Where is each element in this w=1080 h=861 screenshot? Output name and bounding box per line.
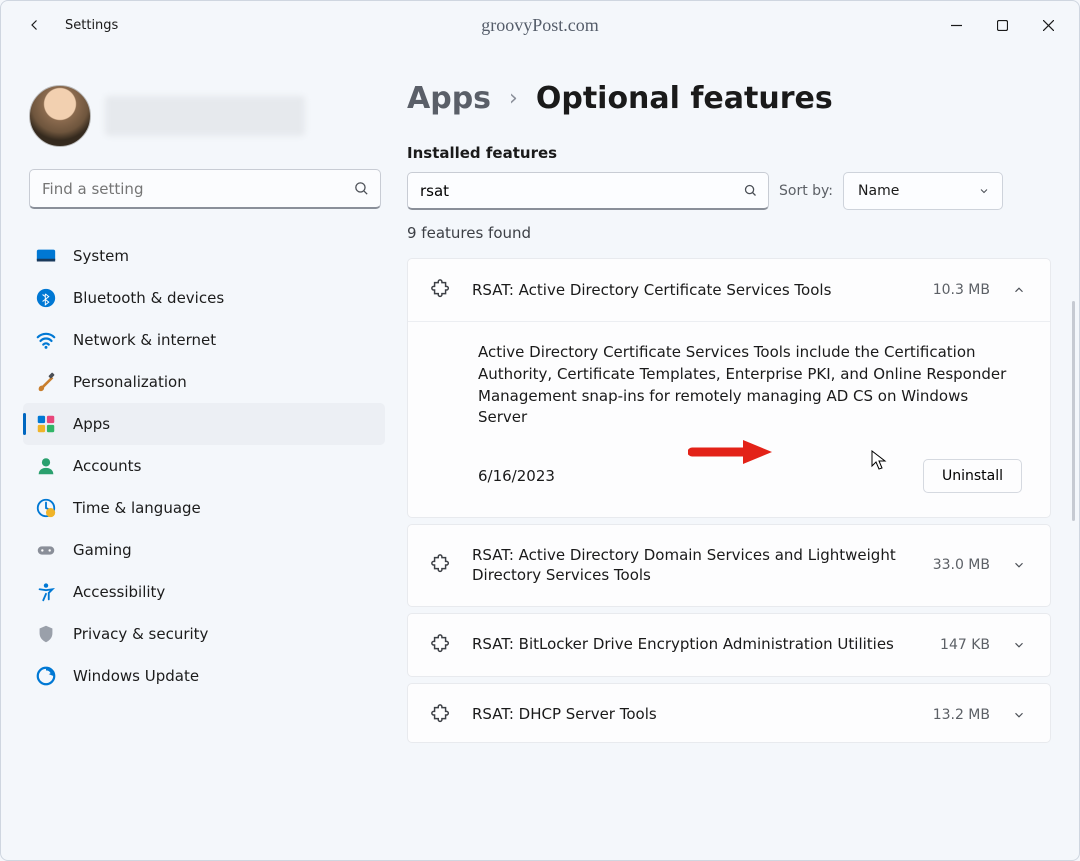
sidebar-item-windows-update[interactable]: Windows Update — [23, 655, 385, 697]
clock-globe-icon — [35, 497, 57, 519]
sidebar-item-accounts[interactable]: Accounts — [23, 445, 385, 487]
sidebar-item-accessibility[interactable]: Accessibility — [23, 571, 385, 613]
feature-size: 33.0 MB — [933, 557, 990, 573]
uninstall-button[interactable]: Uninstall — [923, 459, 1022, 493]
feature-search-container[interactable] — [407, 172, 769, 210]
back-button[interactable] — [17, 7, 53, 43]
page-title: Optional features — [536, 81, 833, 116]
sidebar-item-personalization[interactable]: Personalization — [23, 361, 385, 403]
chevron-down-icon — [978, 185, 990, 197]
puzzle-icon — [430, 554, 452, 576]
sidebar-item-apps[interactable]: Apps — [23, 403, 385, 445]
sidebar-item-label: Personalization — [73, 373, 187, 391]
find-setting-container[interactable] — [29, 169, 381, 209]
feature-card-header[interactable]: RSAT: Active Directory Certificate Servi… — [408, 259, 1050, 321]
wifi-icon — [35, 329, 57, 351]
feature-card-header[interactable]: RSAT: BitLocker Drive Encryption Adminis… — [408, 614, 1050, 676]
chevron-down-icon — [1012, 708, 1026, 722]
scrollbar[interactable] — [1072, 301, 1075, 521]
feature-install-date: 6/16/2023 — [478, 467, 555, 485]
watermark: groovyPost.com — [481, 15, 599, 36]
sidebar-item-label: Accounts — [73, 457, 141, 475]
sidebar-item-bluetooth[interactable]: Bluetooth & devices — [23, 277, 385, 319]
feature-card: RSAT: DHCP Server Tools 13.2 MB — [407, 683, 1051, 743]
feature-list: RSAT: Active Directory Certificate Servi… — [407, 258, 1055, 860]
feature-size: 10.3 MB — [933, 282, 990, 298]
feature-title: RSAT: Active Directory Domain Services a… — [472, 545, 913, 586]
feature-card: RSAT: Active Directory Certificate Servi… — [407, 258, 1051, 518]
sidebar-item-gaming[interactable]: Gaming — [23, 529, 385, 571]
minimize-button[interactable] — [933, 9, 979, 41]
breadcrumb: Apps › Optional features — [407, 81, 1055, 116]
feature-title: RSAT: BitLocker Drive Encryption Adminis… — [472, 634, 920, 654]
shield-icon — [35, 623, 57, 645]
puzzle-icon — [430, 704, 452, 726]
bluetooth-icon — [35, 287, 57, 309]
sidebar-item-label: System — [73, 247, 129, 265]
feature-size: 147 KB — [940, 637, 990, 653]
find-setting-input[interactable] — [42, 180, 353, 198]
maximize-button[interactable] — [979, 9, 1025, 41]
chevron-down-icon — [1012, 558, 1026, 572]
sidebar-item-network[interactable]: Network & internet — [23, 319, 385, 361]
chevron-down-icon — [1012, 638, 1026, 652]
puzzle-icon — [430, 279, 452, 301]
gamepad-icon — [35, 539, 57, 561]
sidebar-item-label: Network & internet — [73, 331, 216, 349]
chevron-up-icon — [1012, 283, 1026, 297]
avatar — [29, 85, 91, 147]
feature-card-header[interactable]: RSAT: Active Directory Domain Services a… — [408, 525, 1050, 606]
sidebar-item-label: Apps — [73, 415, 110, 433]
sort-value: Name — [858, 183, 899, 199]
display-icon — [35, 245, 57, 267]
sort-label: Sort by: — [779, 183, 833, 199]
feature-card-header[interactable]: RSAT: DHCP Server Tools 13.2 MB — [408, 684, 1050, 742]
feature-title: RSAT: DHCP Server Tools — [472, 704, 913, 724]
apps-icon — [35, 413, 57, 435]
window-title: Settings — [65, 18, 118, 33]
sort-dropdown[interactable]: Name — [843, 172, 1003, 210]
sidebar-item-label: Gaming — [73, 541, 132, 559]
content-pane: Apps › Optional features Installed featu… — [401, 49, 1079, 860]
paintbrush-icon — [35, 371, 57, 393]
user-profile[interactable] — [23, 57, 387, 169]
breadcrumb-parent[interactable]: Apps — [407, 81, 491, 116]
sidebar-item-label: Accessibility — [73, 583, 165, 601]
feature-description: Active Directory Certificate Services To… — [478, 342, 1022, 429]
titlebar: Settings groovyPost.com — [1, 1, 1079, 49]
feature-card-body: Active Directory Certificate Services To… — [408, 321, 1050, 517]
sidebar-item-time-language[interactable]: Time & language — [23, 487, 385, 529]
sidebar: System Bluetooth & devices Network & int… — [1, 49, 401, 860]
close-button[interactable] — [1025, 9, 1071, 41]
sidebar-item-label: Privacy & security — [73, 625, 208, 643]
puzzle-icon — [430, 634, 452, 656]
feature-search-input[interactable] — [420, 182, 743, 200]
accessibility-icon — [35, 581, 57, 603]
sidebar-item-label: Windows Update — [73, 667, 199, 685]
sidebar-item-privacy[interactable]: Privacy & security — [23, 613, 385, 655]
update-icon — [35, 665, 57, 687]
search-icon — [743, 183, 758, 198]
section-heading: Installed features — [407, 144, 1055, 162]
person-icon — [35, 455, 57, 477]
sidebar-item-label: Bluetooth & devices — [73, 289, 224, 307]
feature-title: RSAT: Active Directory Certificate Servi… — [472, 280, 913, 300]
sidebar-item-system[interactable]: System — [23, 235, 385, 277]
sidebar-item-label: Time & language — [73, 499, 201, 517]
sidebar-nav: System Bluetooth & devices Network & int… — [23, 235, 387, 860]
result-count: 9 features found — [407, 224, 1055, 242]
feature-size: 13.2 MB — [933, 707, 990, 723]
feature-card: RSAT: BitLocker Drive Encryption Adminis… — [407, 613, 1051, 677]
feature-card: RSAT: Active Directory Domain Services a… — [407, 524, 1051, 607]
arrow-left-icon — [26, 16, 44, 34]
chevron-right-icon: › — [509, 86, 518, 111]
profile-name-redacted — [105, 96, 305, 136]
search-icon — [353, 180, 370, 197]
